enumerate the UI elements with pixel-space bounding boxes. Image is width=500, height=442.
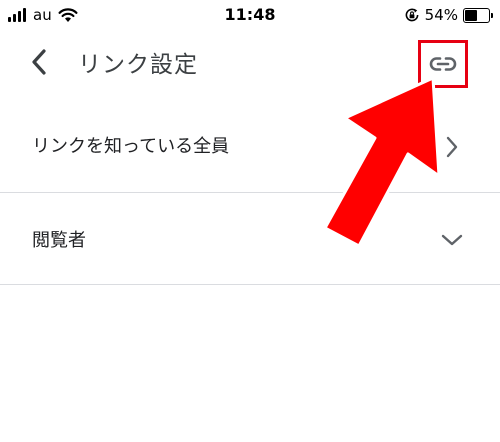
status-right: 54%: [404, 5, 493, 25]
list-item-role[interactable]: 閲覧者: [0, 193, 500, 284]
page-title: リンク設定: [78, 52, 198, 78]
rotation-lock-icon: [405, 8, 419, 22]
row-dropdown: [441, 229, 463, 251]
copy-link-button[interactable]: [418, 40, 468, 88]
battery-level-fill: [465, 9, 477, 21]
back-button[interactable]: [22, 44, 58, 80]
battery-percent: 54%: [424, 6, 458, 24]
role-label: 閲覧者: [32, 230, 86, 251]
screen: au 11:48 54% リンク設定 リンクを知っている全員 閲覧者: [0, 0, 500, 442]
status-bar: au 11:48 54%: [0, 0, 500, 30]
link-icon: [429, 57, 457, 71]
divider: [0, 284, 500, 285]
chevron-right-icon: [446, 136, 458, 158]
chevron-down-icon: [441, 234, 463, 246]
battery-icon: [463, 7, 493, 23]
link-access-label: リンクを知っている全員: [32, 136, 230, 157]
battery-tip: [491, 12, 493, 18]
row-chevron: [441, 136, 463, 158]
list-item-link-access[interactable]: リンクを知っている全員: [0, 100, 500, 192]
chevron-left-icon: [32, 49, 46, 75]
app-header: リンク設定: [0, 36, 500, 88]
